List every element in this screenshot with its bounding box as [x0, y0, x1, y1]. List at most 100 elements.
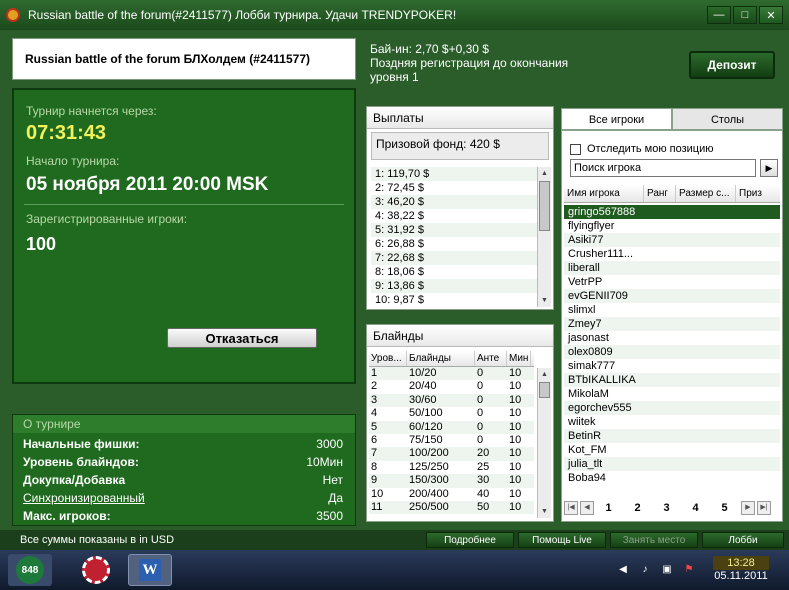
blinds-scrollbar[interactable]: ▲ ▼	[537, 368, 551, 518]
taskbar-word-app[interactable]: W	[128, 554, 172, 586]
next-page-button[interactable]: ▶	[741, 501, 755, 515]
minimize-button[interactable]: —	[707, 6, 731, 24]
divider	[24, 204, 344, 205]
about-title: О турнире	[13, 415, 355, 433]
blinds-cell: 150/300	[409, 474, 449, 487]
blinds-cell: 100/200	[409, 447, 449, 460]
synchronized-link[interactable]: Синхронизированный	[23, 491, 145, 505]
player-row[interactable]: gringo567888	[564, 205, 780, 219]
tournament-info: Бай-ин: 2,70 $+0,30 $ Поздняя регистраци…	[366, 38, 781, 86]
blinds-cell: 10	[509, 487, 522, 500]
first-page-button[interactable]: |◀	[564, 501, 578, 515]
checkbox[interactable]	[570, 143, 581, 155]
player-row[interactable]: flyingflyer	[564, 219, 780, 233]
player-pager: |◀ ◀ 12345 ▶ ▶|	[562, 499, 782, 517]
player-row[interactable]: Crusher111...	[564, 247, 780, 261]
tray-arrow-icon[interactable]: ◀	[617, 564, 629, 576]
blinds-cell: 4	[371, 407, 378, 420]
action-center-icon[interactable]: ⚑	[683, 564, 695, 576]
network-icon[interactable]: ▣	[661, 564, 673, 576]
player-row[interactable]: MikolaM	[564, 387, 780, 401]
more-button[interactable]: Подробнее	[426, 532, 514, 548]
col-player-name[interactable]: Имя игрока	[564, 185, 644, 202]
player-row[interactable]: liberall	[564, 261, 780, 275]
player-row[interactable]: VetrPP	[564, 275, 780, 289]
blinds-cell: 250/500	[409, 500, 449, 513]
blinds-row: 7 100/200 20 10	[369, 447, 534, 461]
taskbar-poker-chip-app[interactable]	[74, 554, 118, 586]
player-row[interactable]: Asiki77	[564, 233, 780, 247]
player-row[interactable]: olex0809	[564, 345, 780, 359]
blinds-cell: 0	[477, 380, 484, 393]
payout-row: 6: 26,88 $	[375, 238, 424, 250]
col-prize[interactable]: Приз	[736, 185, 780, 202]
start-time-label: Начало турнира:	[26, 154, 120, 168]
page-number[interactable]: 4	[681, 502, 710, 514]
about-row: Начальные фишки: 3000	[23, 437, 343, 451]
unregister-button[interactable]: Отказаться	[167, 328, 317, 348]
player-row[interactable]: BetinR	[564, 429, 780, 443]
payout-row: 4: 38,22 $	[375, 210, 424, 222]
payouts-scrollbar[interactable]: ▲ ▼	[537, 167, 551, 307]
player-row[interactable]: Zmey7	[564, 317, 780, 331]
col-rank[interactable]: Ранг	[644, 185, 676, 202]
player-row[interactable]: julia_tlt	[564, 457, 780, 471]
player-row[interactable]: Boba94	[564, 471, 780, 485]
taskbar-848-app[interactable]: 848	[8, 554, 52, 586]
player-row[interactable]: egorchev555	[564, 401, 780, 415]
player-row[interactable]: Kot_FM	[564, 443, 780, 457]
blinds-cell: 2	[371, 380, 378, 393]
page-number[interactable]: 2	[623, 502, 652, 514]
search-arrow-button[interactable]: ▶	[760, 159, 778, 177]
players-tabs: Все игроки Столы	[561, 108, 783, 130]
track-position-checkbox[interactable]: Отследить мою позицию	[570, 143, 713, 155]
page-number[interactable]: 3	[652, 502, 681, 514]
player-row[interactable]: jasonast	[564, 331, 780, 345]
blinds-cell: 25	[477, 460, 490, 473]
tab-tables[interactable]: Столы	[672, 108, 783, 130]
blinds-cell: 10/20	[409, 367, 437, 379]
prev-page-button[interactable]: ◀	[580, 501, 594, 515]
player-row[interactable]: wiitek	[564, 415, 780, 429]
lobby-button[interactable]: Лобби	[702, 532, 784, 548]
payout-list: 1: 119,70 $2: 72,45 $3: 46,20 $4: 38,22 …	[371, 167, 537, 307]
blinds-row: 11 250/500 50 10	[369, 500, 534, 515]
blinds-cell: 30/60	[409, 393, 437, 406]
deposit-button[interactable]: Депозит	[689, 51, 775, 79]
volume-icon[interactable]: ♪	[639, 564, 651, 576]
blinds-cell: 40	[477, 487, 490, 500]
blinds-cell: 0	[477, 420, 484, 433]
blinds-panel: Блайнды Уров... Блайнды Анте Мин 1 10/20 0…	[366, 324, 554, 522]
take-seat-button[interactable]: Занять место	[610, 532, 698, 548]
player-search-input[interactable]: Поиск игрока	[570, 159, 756, 177]
player-row[interactable]: BTbIKALLIKA	[564, 373, 780, 387]
live-help-button[interactable]: Помощь Live	[518, 532, 606, 548]
blinds-cell: 50/100	[409, 407, 443, 420]
blinds-cell: 10	[509, 407, 522, 420]
blinds-cell: 20/40	[409, 380, 437, 393]
buyin-text: Бай-ин: 2,70 $+0,30 $	[370, 42, 489, 56]
last-page-button[interactable]: ▶|	[757, 501, 771, 515]
blinds-cell: 0	[477, 393, 484, 406]
col-stack[interactable]: Размер с...	[676, 185, 736, 202]
blinds-cell: 10	[509, 460, 522, 473]
page-number[interactable]: 1	[594, 502, 623, 514]
maximize-button[interactable]: □	[733, 6, 757, 24]
player-row[interactable]: slimxl	[564, 303, 780, 317]
blinds-cell: 6	[371, 433, 378, 446]
lobby-main: Russian battle of the forum БЛХолдем (#2…	[0, 30, 789, 530]
payout-row: 10: 9,87 $	[375, 294, 424, 306]
app-logo-icon	[6, 8, 20, 22]
page-number[interactable]: 5	[710, 502, 739, 514]
blinds-cell: 10	[509, 393, 522, 406]
player-row[interactable]: evGENII709	[564, 289, 780, 303]
status-bar: Все суммы показаны в in USD Подробнее По…	[0, 530, 789, 550]
blinds-row: 1 10/20 0 10	[369, 367, 534, 381]
blinds-cell: 20	[477, 447, 490, 460]
tab-all-players[interactable]: Все игроки	[561, 108, 672, 130]
player-row[interactable]: simak777	[564, 359, 780, 373]
starts-in-label: Турнир начнется через:	[26, 104, 157, 118]
clock[interactable]: 13:28 05.11.2011	[713, 556, 769, 582]
close-button[interactable]: ✕	[759, 6, 783, 24]
about-row: Макс. игроков: 3500	[23, 509, 343, 523]
